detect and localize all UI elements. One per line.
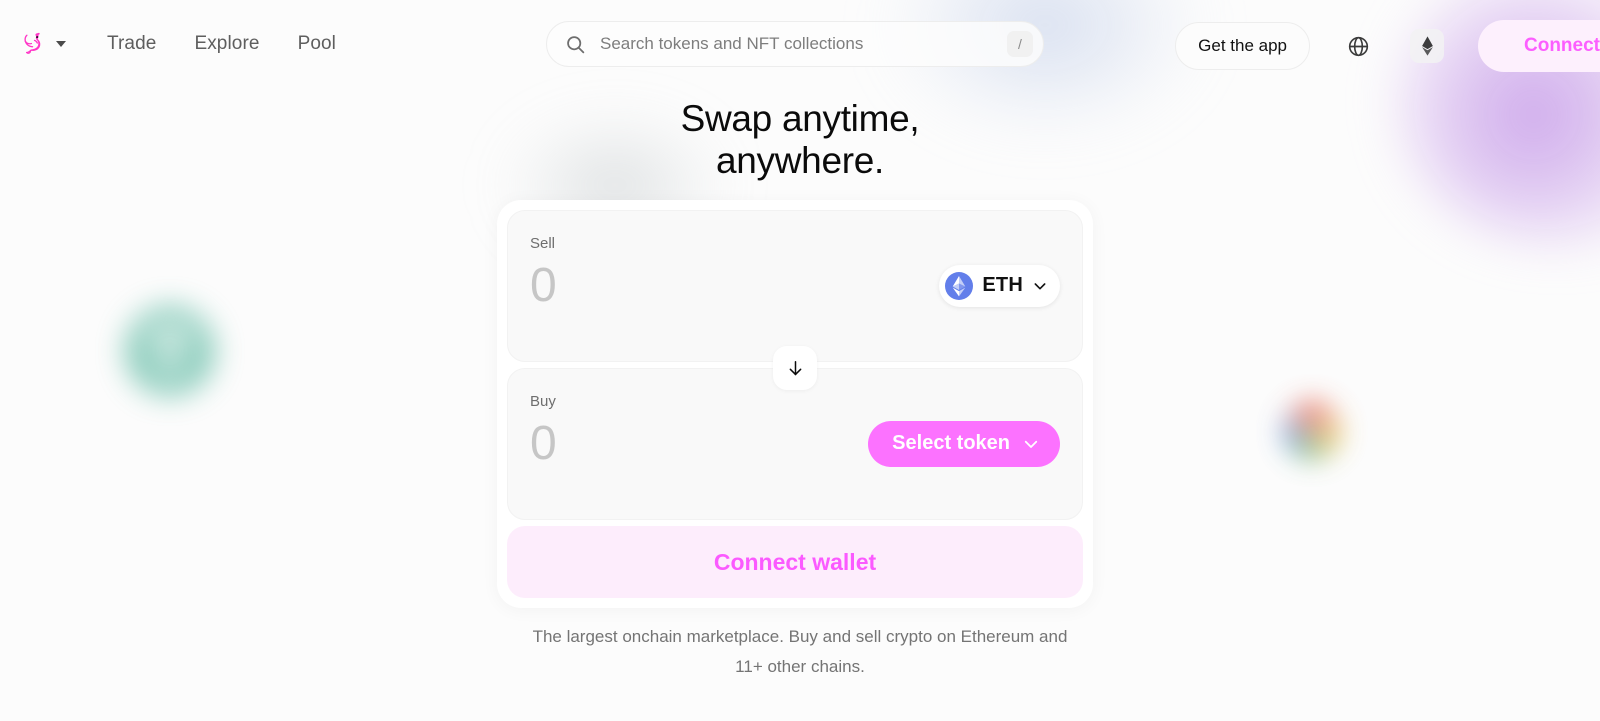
nav-link-trade[interactable]: Trade [107, 33, 156, 55]
nav-link-pool[interactable]: Pool [298, 33, 336, 55]
language-globe-button[interactable] [1338, 26, 1378, 66]
hero-title-line-1: Swap anytime, [680, 98, 920, 139]
sell-amount-input[interactable] [530, 258, 830, 314]
sell-panel: Sell ETH [507, 210, 1083, 362]
blurred-rainbow-token-logo [1281, 399, 1343, 461]
blurred-usdt-token-logo [124, 305, 216, 397]
hero-heading: Swap anytime, anywhere. [0, 98, 1600, 182]
connect-button[interactable]: Connect [1478, 20, 1600, 72]
ethereum-icon [1421, 36, 1433, 56]
nav-left-group: Trade Explore Pool [0, 30, 336, 59]
sell-token-selector[interactable]: ETH [939, 264, 1060, 307]
swap-card: Sell ETH [497, 200, 1093, 608]
chain-selector-button[interactable] [1410, 29, 1444, 63]
buy-amount-input[interactable] [530, 416, 830, 472]
chevron-down-icon [1024, 440, 1038, 448]
tagline-text: The largest onchain marketplace. Buy and… [532, 627, 1068, 677]
sell-label: Sell [530, 235, 556, 252]
buy-token-selector[interactable]: Select token [868, 420, 1060, 467]
unicorn-logo [24, 32, 41, 54]
sell-row: ETH [530, 258, 1060, 314]
chevron-down-icon [56, 41, 66, 47]
globe-icon [1348, 36, 1368, 56]
ethereum-token-icon [945, 271, 974, 300]
chevron-down-icon [1034, 282, 1046, 290]
buy-label: Buy [530, 393, 556, 410]
hero-title-line-2: anywhere. [715, 139, 884, 181]
nav-link-explore[interactable]: Explore [194, 33, 259, 55]
swap-direction-wrap [773, 346, 817, 390]
buy-panel: Buy Select token [507, 368, 1083, 520]
nav-right-group: Get the app Connect [1175, 20, 1600, 72]
connect-wallet-button[interactable]: Connect wallet [507, 526, 1083, 598]
get-the-app-button[interactable]: Get the app [1175, 22, 1310, 70]
swap-direction-button[interactable] [773, 346, 817, 390]
nav-links: Trade Explore Pool [107, 33, 336, 55]
sell-token-symbol: ETH [982, 274, 1023, 297]
arrow-down-icon [789, 360, 801, 375]
buy-row: Select token [530, 416, 1060, 472]
select-token-label: Select token [892, 432, 1010, 455]
uniswap-logo-menu[interactable] [20, 30, 66, 59]
